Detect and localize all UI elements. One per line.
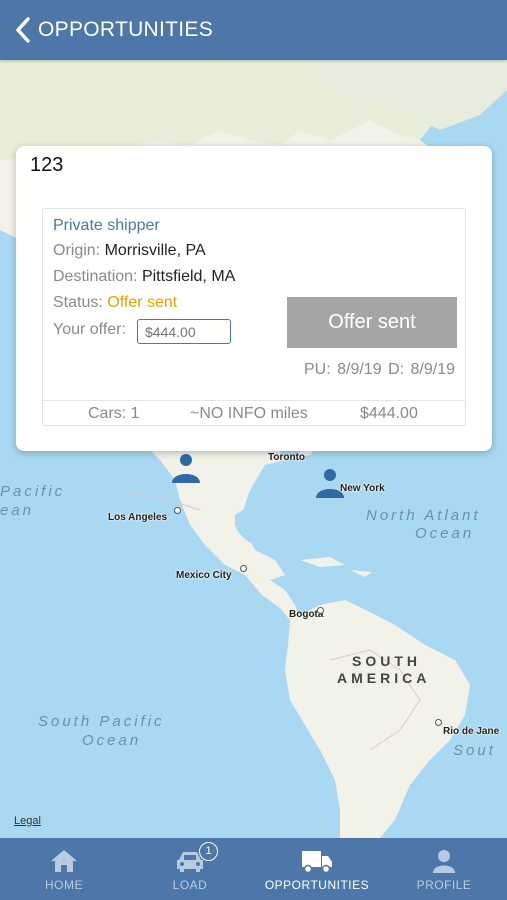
- person-icon: [433, 850, 455, 873]
- ocean-label: ean: [0, 502, 35, 519]
- tab-opportunities[interactable]: OPPORTUNITIES: [262, 838, 372, 900]
- city-label: Los Angeles: [108, 512, 168, 523]
- status-row: Status: Offer sent: [53, 294, 177, 312]
- ocean-label: Ocean: [82, 732, 142, 749]
- ocean-label: Ocean: [415, 525, 475, 542]
- city-dot: [435, 719, 442, 726]
- delivery-date: D: 8/9/19: [388, 361, 455, 378]
- summary-row: Cars: 1 ~NO INFO miles $444.00: [43, 402, 465, 426]
- city-label: Toronto: [268, 452, 306, 463]
- origin-row: Origin: Morrisville, PA: [53, 242, 206, 260]
- home-icon: [51, 850, 77, 872]
- legal-link[interactable]: Legal: [14, 815, 41, 827]
- origin-value: Morrisville, PA: [104, 242, 206, 259]
- top-nav-bar: OPPORTUNITIES: [0, 0, 507, 60]
- tab-label: PROFILE: [416, 878, 472, 892]
- opportunity-details: Private shipper Origin: Morrisville, PA …: [42, 208, 466, 426]
- bottom-tab-bar: HOME 1 LOAD OPPORTUNITIES PROFILE: [0, 838, 507, 900]
- offer-sent-button[interactable]: Offer sent: [287, 297, 457, 348]
- dates: PU: 8/9/19 D: 8/9/19: [304, 361, 455, 379]
- city-dot: [240, 565, 247, 572]
- divider: [43, 400, 465, 401]
- miles: ~NO INFO miles: [190, 405, 308, 422]
- back-button[interactable]: OPPORTUNITIES: [0, 0, 213, 60]
- page-title: OPPORTUNITIES: [38, 18, 214, 41]
- tab-load[interactable]: 1 LOAD: [150, 838, 230, 900]
- tab-label: OPPORTUNITIES: [264, 878, 370, 892]
- destination-value: Pittsfield, MA: [141, 268, 236, 285]
- destination-row: Destination: Pittsfield, MA: [53, 268, 235, 286]
- ocean-label: Pacific: [0, 483, 66, 500]
- chevron-left-icon: [16, 17, 30, 43]
- status-label: Status:: [53, 294, 103, 311]
- shipper-link[interactable]: Private shipper: [53, 217, 160, 235]
- shipper-location-pin[interactable]: [313, 466, 347, 500]
- ocean-label: North Atlant: [366, 507, 481, 524]
- city-label: Mexico City: [176, 570, 232, 581]
- opportunity-card[interactable]: 123 Private shipper Origin: Morrisville,…: [16, 146, 492, 451]
- ocean-label: Sout: [453, 742, 496, 759]
- city-dot: [317, 607, 324, 614]
- opportunity-id: 123: [30, 154, 64, 176]
- load-badge: 1: [199, 842, 218, 861]
- shipper-location-pin[interactable]: [169, 451, 203, 485]
- continent-label: SOUTH: [352, 653, 421, 669]
- cars-count: Cars: 1: [88, 405, 140, 422]
- tab-profile[interactable]: PROFILE: [404, 838, 484, 900]
- tab-label: LOAD: [172, 878, 208, 892]
- status-value: Offer sent: [107, 294, 178, 311]
- offer-input[interactable]: [137, 319, 231, 344]
- tab-home[interactable]: HOME: [24, 838, 104, 900]
- person-pin-icon: [316, 469, 344, 498]
- price: $444.00: [360, 405, 418, 422]
- tab-label: HOME: [45, 878, 83, 892]
- origin-label: Origin:: [53, 242, 101, 259]
- pickup-date: PU: 8/9/19: [304, 361, 382, 378]
- continent-label: AMERICA: [337, 670, 431, 686]
- offer-label: Your offer:: [53, 321, 126, 338]
- offer-row: Your offer:: [53, 321, 126, 339]
- city-label: Rio de Jane: [443, 726, 500, 737]
- ocean-label: South Pacific: [38, 713, 165, 730]
- person-pin-icon: [172, 454, 200, 483]
- truck-icon: [302, 851, 332, 874]
- city-dot: [174, 507, 181, 514]
- destination-label: Destination:: [53, 268, 138, 285]
